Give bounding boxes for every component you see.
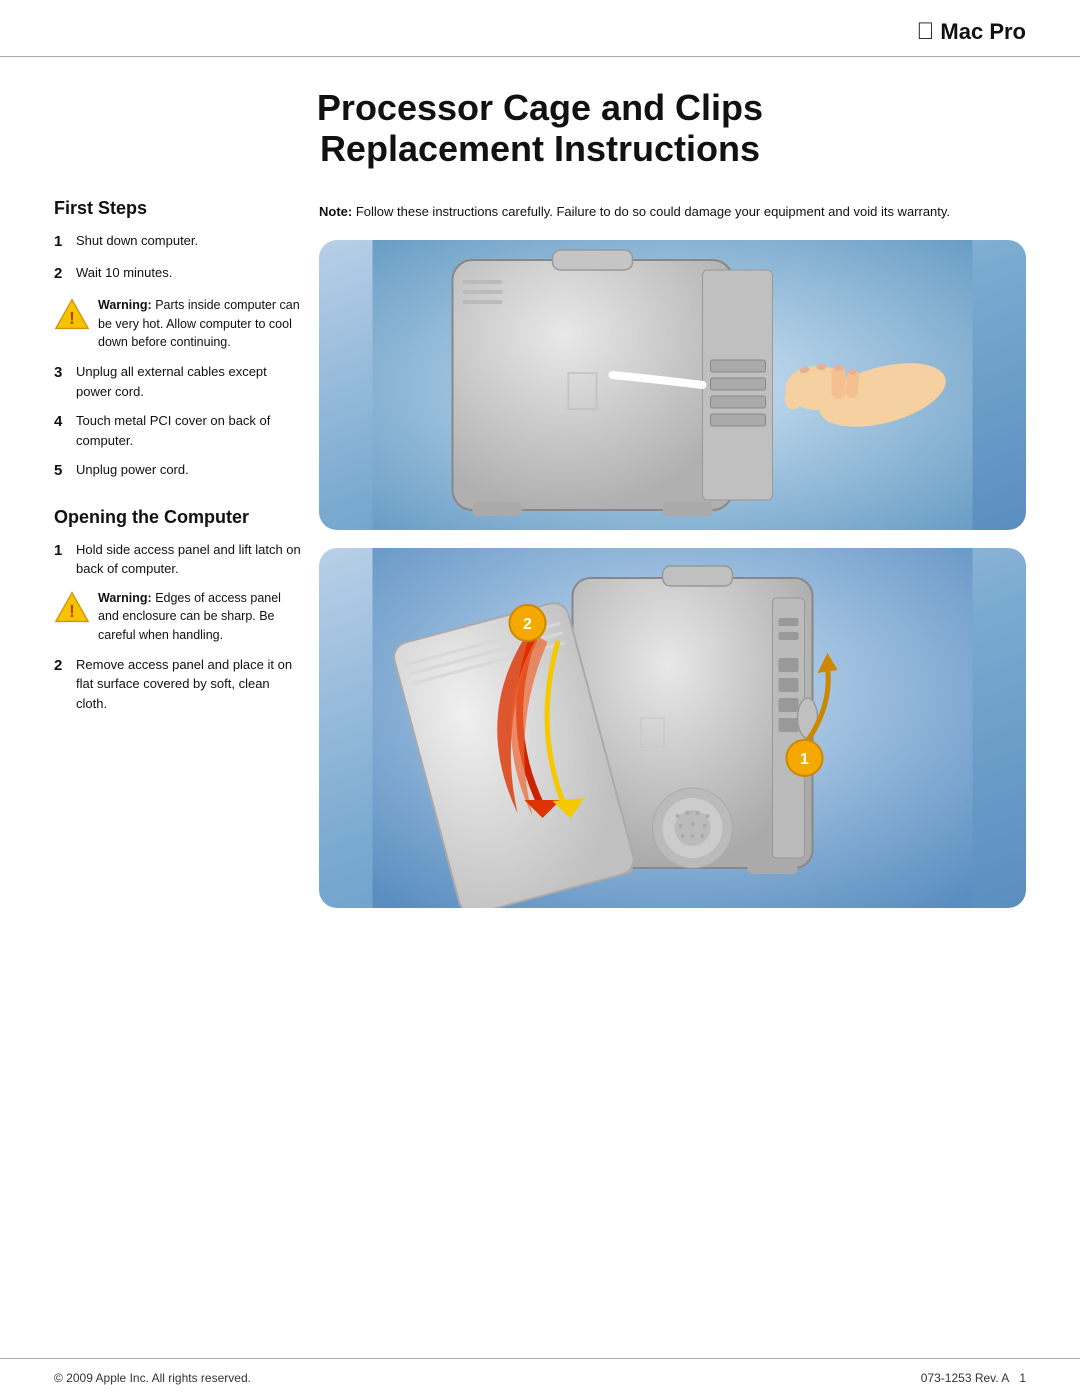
svg-text::  — [562, 360, 603, 422]
warning-triangle-icon: ! — [54, 296, 90, 332]
step-text: Unplug all external cables except power … — [76, 362, 301, 401]
note-label: Note: — [319, 204, 352, 219]
header-title:  Mac Pro — [916, 18, 1026, 46]
page-header:  Mac Pro — [0, 0, 1080, 57]
opening-computer-section: Opening the Computer 1 Hold side access … — [54, 507, 301, 714]
warning-block-2: ! Warning: Edges of access panel and enc… — [54, 589, 301, 645]
list-item: 5 Unplug power cord. — [54, 460, 301, 483]
list-item: 4 Touch metal PCI cover on back of compu… — [54, 411, 301, 450]
top-illustration:  — [319, 240, 1026, 530]
opening-computer-heading: Opening the Computer — [54, 507, 301, 528]
step-text: Unplug power cord. — [76, 460, 301, 480]
step-number: 3 — [54, 362, 76, 385]
main-content: Processor Cage and Clips Replacement Ins… — [0, 57, 1080, 956]
warning-label: Warning: — [98, 298, 152, 312]
step-number: 2 — [54, 263, 76, 286]
list-item: 1 Shut down computer. — [54, 231, 301, 254]
list-item: 2 Remove access panel and place it on fl… — [54, 655, 301, 714]
header-product-name: Mac Pro — [940, 19, 1026, 45]
document-title: Processor Cage and Clips Replacement Ins… — [54, 87, 1026, 170]
step-text: Touch metal PCI cover on back of compute… — [76, 411, 301, 450]
bottom-illustration:  — [319, 548, 1026, 908]
svg-text:1: 1 — [800, 751, 809, 768]
doc-title-line2: Replacement Instructions — [320, 128, 760, 169]
warning-label-2: Warning: — [98, 591, 152, 605]
first-steps-list: 1 Shut down computer. 2 Wait 10 minutes. — [54, 231, 301, 286]
note-box: Note: Follow these instructions carefull… — [319, 198, 1026, 222]
right-column: Note: Follow these instructions carefull… — [319, 198, 1026, 926]
opening-steps-list: 1 Hold side access panel and lift latch … — [54, 540, 301, 579]
mac-pro-top-svg:  — [319, 240, 1026, 530]
svg-text:!: ! — [69, 601, 75, 620]
list-item: 2 Wait 10 minutes. — [54, 263, 301, 286]
list-item: 3 Unplug all external cables except powe… — [54, 362, 301, 401]
svg-text:!: ! — [69, 309, 75, 328]
first-steps-heading: First Steps — [54, 198, 301, 219]
left-column: First Steps 1 Shut down computer. 2 Wait… — [54, 198, 319, 926]
apple-logo-icon:  — [916, 18, 934, 46]
footer-copyright: © 2009 Apple Inc. All rights reserved. — [54, 1371, 251, 1385]
opening-steps-list-cont: 2 Remove access panel and place it on fl… — [54, 655, 301, 714]
step-number: 5 — [54, 460, 76, 483]
list-item: 1 Hold side access panel and lift latch … — [54, 540, 301, 579]
warning-block: ! Warning: Parts inside computer can be … — [54, 296, 301, 352]
step-text: Hold side access panel and lift latch on… — [76, 540, 301, 579]
step-text: Remove access panel and place it on flat… — [76, 655, 301, 714]
step-number: 1 — [54, 231, 76, 254]
footer-revision: 073-1253 Rev. A 1 — [921, 1371, 1026, 1385]
warning-triangle-icon-2: ! — [54, 589, 90, 625]
svg-text:2: 2 — [523, 616, 532, 633]
note-text: Follow these instructions carefully. Fai… — [356, 204, 950, 219]
first-steps-list-cont: 3 Unplug all external cables except powe… — [54, 362, 301, 483]
mac-pro-bottom-svg:  — [319, 548, 1026, 908]
step-text: Shut down computer. — [76, 231, 301, 251]
first-steps-section: First Steps 1 Shut down computer. 2 Wait… — [54, 198, 301, 483]
page-footer: © 2009 Apple Inc. All rights reserved. 0… — [0, 1358, 1080, 1397]
step-number: 1 — [54, 540, 76, 563]
svg-text::  — [636, 707, 670, 758]
step-number: 4 — [54, 411, 76, 434]
warning-text-2: Warning: Edges of access panel and enclo… — [98, 589, 301, 645]
warning-text: Warning: Parts inside computer can be ve… — [98, 296, 301, 352]
step-number: 2 — [54, 655, 76, 678]
step-text: Wait 10 minutes. — [76, 263, 301, 283]
doc-title-line1: Processor Cage and Clips — [317, 87, 763, 128]
page-body: First Steps 1 Shut down computer. 2 Wait… — [54, 198, 1026, 926]
